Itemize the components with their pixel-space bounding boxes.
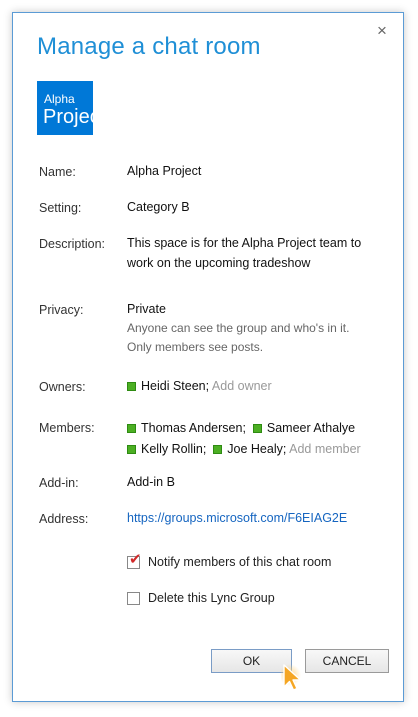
- presence-icon: [127, 382, 136, 391]
- tile-line-2: Project: [43, 106, 93, 128]
- delete-label: Delete this Lync Group: [148, 591, 275, 605]
- description-value: This space is for the Alpha Project team…: [127, 236, 362, 270]
- dialog-title: Manage a chat room: [37, 33, 261, 60]
- member-thomas-andersen[interactable]: Thomas Andersen;: [141, 421, 246, 435]
- setting-label: Setting:: [39, 201, 82, 215]
- add-owner-input[interactable]: Add owner: [212, 379, 272, 393]
- presence-icon: [213, 445, 223, 454]
- member-kelly-rollin[interactable]: Kelly Rollin;: [141, 442, 206, 456]
- add-member-input[interactable]: Add member: [289, 442, 361, 456]
- manage-chat-room-dialog: × Manage a chat room Alpha Project Name:…: [12, 12, 404, 702]
- mouse-cursor-icon: [281, 664, 302, 691]
- cancel-button[interactable]: CANCEL: [305, 649, 389, 673]
- presence-icon: [127, 445, 136, 454]
- member-joe-healy[interactable]: Joe Healy;: [227, 442, 286, 456]
- presence-icon: [252, 424, 262, 433]
- member-sameer-athalye[interactable]: Sameer Athalye: [267, 421, 355, 435]
- members-field[interactable]: Thomas Andersen; Sameer Athalye Kelly Ro…: [127, 418, 387, 460]
- address-label: Address:: [39, 512, 89, 526]
- description-label: Description:: [39, 237, 105, 251]
- addin-label: Add-in:: [39, 476, 79, 490]
- notify-option[interactable]: Notify members of this chat room: [127, 550, 332, 569]
- owners-field[interactable]: Heidi Steen; Add owner: [127, 376, 387, 396]
- privacy-label: Privacy:: [39, 303, 84, 317]
- members-label: Members:: [39, 421, 95, 435]
- ok-button[interactable]: OK: [211, 649, 292, 673]
- delete-option[interactable]: Delete this Lync Group: [127, 591, 275, 605]
- privacy-block: Private Anyone can see the group and who…: [127, 299, 387, 357]
- name-value: Alpha Project: [127, 164, 202, 178]
- address-link[interactable]: https://groups.microsoft.com/F6EIAG2E: [127, 508, 387, 528]
- presence-icon: [127, 424, 136, 433]
- notify-label: Notify members of this chat room: [148, 555, 332, 569]
- tile-line-1: Alpha: [44, 92, 75, 106]
- notify-checkbox[interactable]: [127, 550, 142, 569]
- setting-value: Category B: [127, 200, 190, 214]
- room-tile: Alpha Project: [37, 81, 93, 135]
- address-url[interactable]: https://groups.microsoft.com/F6EIAG2E: [127, 511, 347, 525]
- delete-checkbox[interactable]: [127, 591, 140, 605]
- addin-value: Add-in B: [127, 475, 175, 489]
- privacy-value: Private: [127, 302, 166, 316]
- privacy-note-1: Anyone can see the group and who's in it…: [127, 321, 350, 335]
- privacy-note-2: Only members see posts.: [127, 340, 264, 354]
- owners-label: Owners:: [39, 380, 86, 394]
- owner-heidi-steen[interactable]: Heidi Steen;: [141, 379, 209, 393]
- name-label: Name:: [39, 165, 76, 179]
- close-icon[interactable]: ×: [372, 21, 392, 41]
